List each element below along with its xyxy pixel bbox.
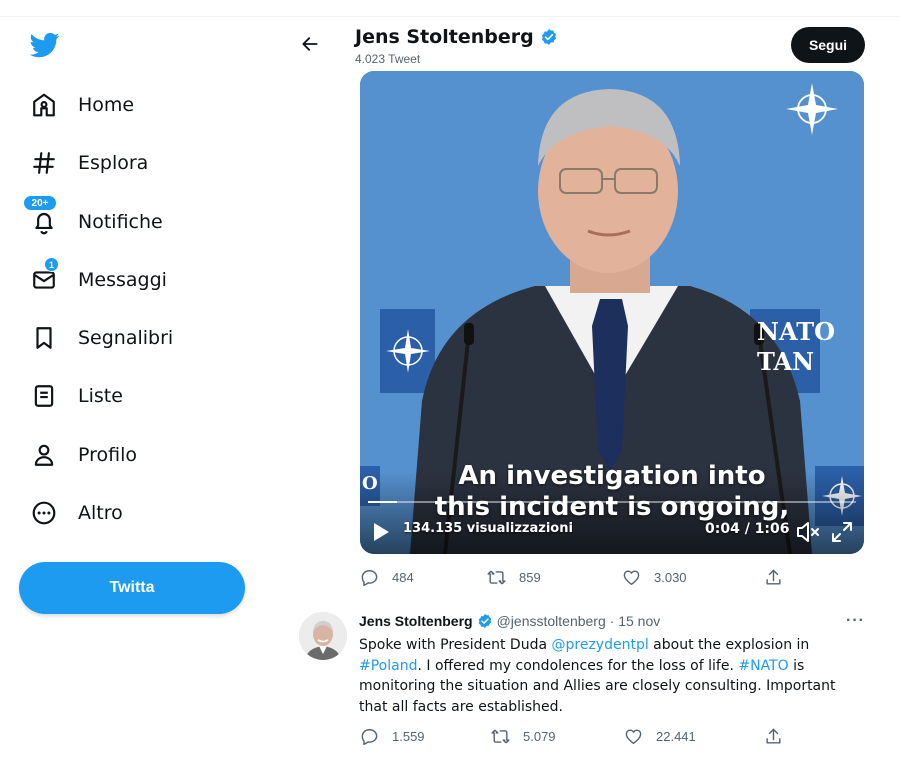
heart-icon [623,570,640,585]
tweet-text-part: Spoke with President Duda [359,637,552,653]
retweet-count: 859 [519,570,541,585]
home-icon [26,87,62,123]
retweet-button[interactable]: 5.079 [491,727,556,746]
video-progress-fill [368,501,398,503]
sidebar-item-more[interactable]: Altro [26,493,123,533]
back-arrow-icon[interactable] [296,30,324,58]
tweet-text: Spoke with President Duda @prezydentpl a… [359,635,864,717]
caption-line: An investigation into [458,461,766,491]
sidebar-item-notifications[interactable]: 20+ Notifiche [23,195,163,242]
like-button[interactable]: 3.030 [622,568,687,587]
fullscreen-icon[interactable] [831,521,853,543]
list-icon [26,378,62,414]
avatar[interactable] [299,612,347,660]
sidebar-item-messages[interactable]: 1 Messaggi [26,257,167,300]
video-player[interactable]: NATO TAN O An investigation into this in… [360,71,864,554]
envelope-icon: 1 [26,257,62,298]
sidebar-item-label: Profilo [78,444,138,466]
more-options-icon[interactable]: ··· [846,612,866,632]
reply-icon [361,570,378,587]
notification-badge: 20+ [23,195,57,211]
sidebar-item-label: Home [78,94,135,116]
reply-count: 484 [392,570,414,585]
bookmark-icon [26,320,62,356]
share-button[interactable] [764,727,783,746]
reply-icon [361,729,378,746]
profile-name: Jens Stoltenberg [355,26,534,48]
tweet-count: 4.023 Tweet [355,52,421,66]
retweet-count: 5.079 [523,729,556,744]
sidebar-item-label: Segnalibri [78,327,174,349]
sidebar-item-label: Liste [78,385,123,407]
heart-icon [625,729,642,744]
like-button[interactable]: 22.441 [624,727,696,746]
sidebar-item-label: Messaggi [78,269,167,291]
caption-line: this incident is ongoing, [434,492,790,522]
twitter-bird-icon[interactable] [28,30,62,60]
tweet-text-part: about the explosion in [648,637,810,653]
sidebar-item-bookmarks[interactable]: Segnalibri [26,318,173,358]
share-icon [766,728,781,744]
sidebar: Home Esplora 20+ Notifiche 1 Messaggi Se… [0,0,290,767]
reply-button[interactable]: 1.559 [360,727,425,746]
tweet-text-part: . I offered my condolences for the loss … [417,657,739,674]
share-icon [766,569,781,585]
nato-sign-right: NATO TAN [757,317,835,377]
sidebar-item-label: Esplora [78,152,149,174]
play-icon[interactable] [372,521,390,543]
hashtag-link[interactable]: #Poland [359,658,417,674]
video-time: 0:04 / 1:06 [705,521,790,537]
like-count: 22.441 [656,729,696,744]
sidebar-item-profile[interactable]: Profilo [26,435,137,475]
verified-badge-icon [540,28,558,46]
share-button[interactable] [764,568,783,587]
mute-icon[interactable] [796,521,820,543]
bell-icon: 20+ [23,195,62,240]
sidebar-item-label: Altro [78,502,123,524]
profile-header-name: Jens Stoltenberg [355,26,558,48]
like-count: 3.030 [654,570,687,585]
verified-badge-icon [477,613,493,629]
reply-button[interactable]: 484 [360,568,414,587]
tweet-actions: 1.559 5.079 22.441 [360,727,790,751]
message-badge: 1 [44,257,59,272]
hashtag-icon [26,145,62,181]
sidebar-item-label: Notifiche [78,211,163,233]
sign-text: NATO [757,317,836,346]
person-icon [26,437,62,473]
sign-text: TAN [757,347,815,376]
follow-button[interactable]: Segui [791,27,865,63]
tweet-header: Jens Stoltenberg @jensstoltenberg · 15 n… [359,613,660,629]
sidebar-item-home[interactable]: Home [26,85,134,125]
retweet-icon [487,570,506,585]
retweet-icon [491,729,510,744]
retweet-button[interactable]: 859 [487,568,541,587]
video-view-count: 134.135 visualizzazioni [403,521,573,536]
mention-link[interactable]: @prezydentpl [552,637,649,653]
hashtag-link[interactable]: #NATO [738,658,788,674]
tweet-handle-date[interactable]: @jensstoltenberg · 15 nov [497,613,661,629]
tweet-button[interactable]: Twitta [19,562,245,614]
tweet-actions: 484 859 3.030 [360,568,790,592]
sidebar-item-lists[interactable]: Liste [26,376,123,416]
sidebar-item-explore[interactable]: Esplora [26,143,148,183]
video-progress-bar[interactable] [368,501,856,503]
reply-count: 1.559 [392,729,425,744]
tweet-author-name[interactable]: Jens Stoltenberg [359,613,473,629]
more-circle-icon [26,495,62,531]
